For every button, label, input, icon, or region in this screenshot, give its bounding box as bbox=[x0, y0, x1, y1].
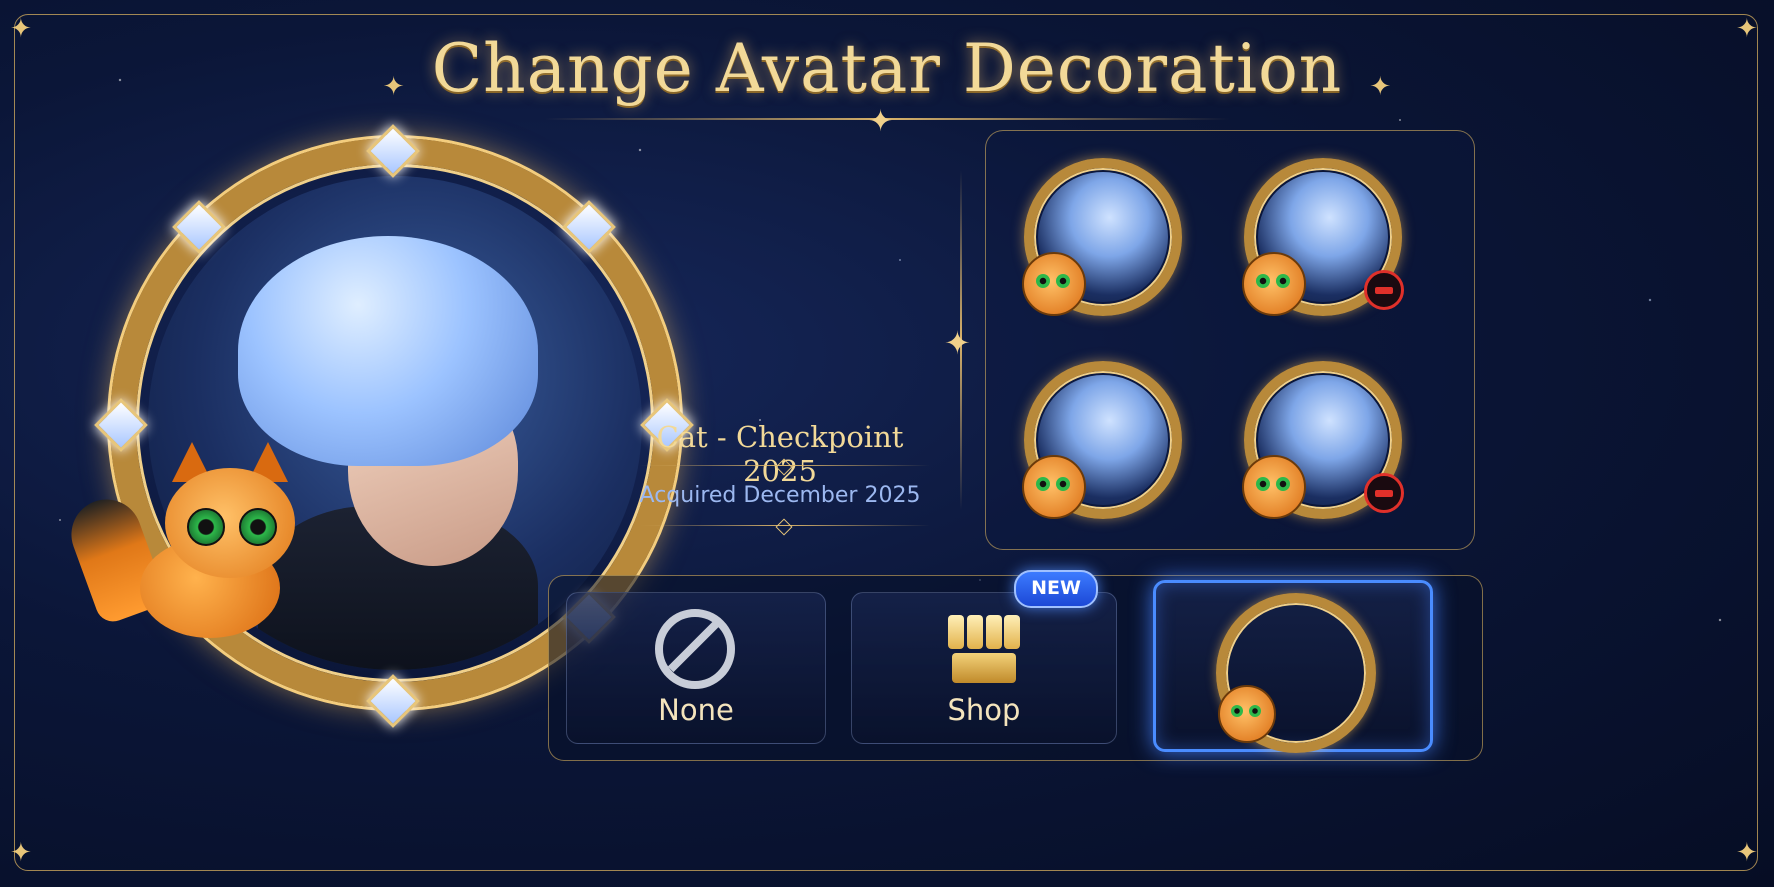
sparkle-icon: ✦ bbox=[382, 71, 405, 102]
cat-eye bbox=[187, 508, 225, 546]
none-button[interactable]: None bbox=[566, 592, 826, 744]
page-title: Change Avatar Decoration bbox=[431, 30, 1343, 107]
cat-icon bbox=[1218, 685, 1276, 743]
decoration-name: Cat - Checkpoint 2025 bbox=[656, 420, 904, 488]
sparkle-icon: ✦ bbox=[868, 104, 894, 139]
header: ✦ Change Avatar Decoration ✦ bbox=[0, 30, 1774, 107]
acquired-date: Acquired December 2025 bbox=[639, 483, 921, 508]
remove-button[interactable] bbox=[1364, 270, 1404, 310]
cat-eye bbox=[239, 508, 277, 546]
cat-icon bbox=[1242, 455, 1306, 519]
decoration-item[interactable] bbox=[1238, 355, 1408, 525]
decoration-item[interactable] bbox=[1238, 152, 1408, 322]
shop-button[interactable]: Shop bbox=[851, 592, 1117, 744]
cat-icon bbox=[1022, 455, 1086, 519]
decoration-item[interactable] bbox=[1018, 152, 1188, 322]
selected-decoration-button[interactable] bbox=[1153, 580, 1433, 753]
remove-button[interactable] bbox=[1364, 473, 1404, 513]
shop-icon bbox=[948, 615, 1020, 685]
prohibited-icon bbox=[655, 609, 735, 689]
cat-head bbox=[165, 468, 295, 578]
shop-label: Shop bbox=[947, 693, 1021, 727]
decoration-item[interactable] bbox=[1018, 355, 1188, 525]
sparkle-icon: ✦ bbox=[1736, 838, 1758, 868]
new-badge: NEW bbox=[1014, 570, 1098, 608]
cat-mascot bbox=[61, 438, 310, 638]
sparkle-icon: ✦ bbox=[944, 324, 971, 362]
character-hair bbox=[238, 236, 538, 466]
none-label: None bbox=[658, 693, 734, 727]
cat-icon bbox=[1022, 252, 1086, 316]
cat-icon bbox=[1242, 252, 1306, 316]
sparkle-icon: ✦ bbox=[10, 838, 32, 868]
sparkle-icon: ✦ bbox=[1369, 71, 1392, 102]
